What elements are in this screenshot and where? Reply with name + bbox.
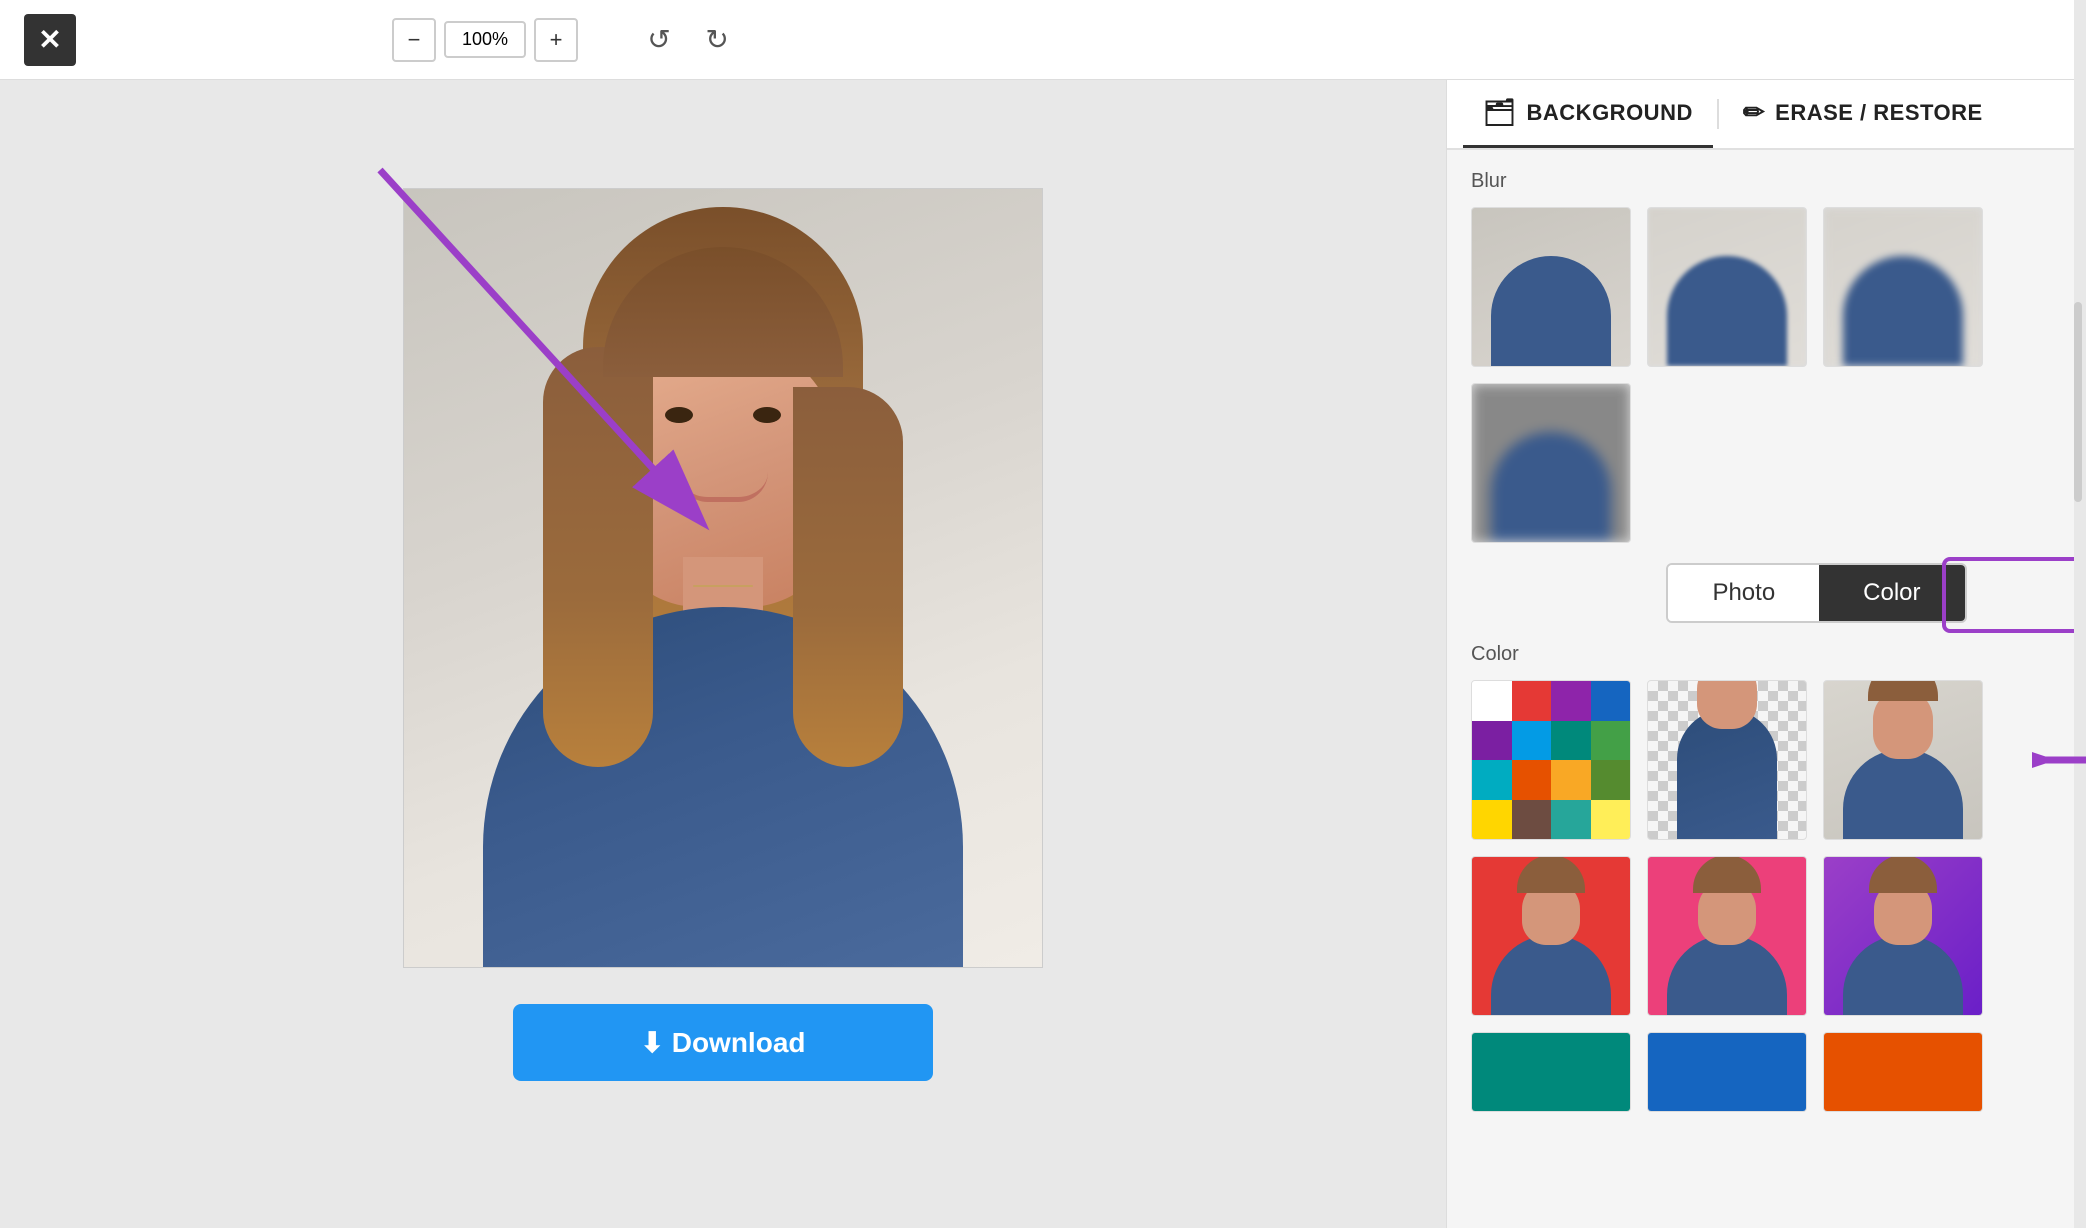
background-tab-label: BACKGROUND [1527,100,1693,126]
background-tab-icon: 🗂 [1483,97,1517,128]
photo-color-toggle: Photo Color [1666,563,1966,623]
palette-grid [1472,681,1630,839]
zoom-in-button[interactable]: + [534,18,578,62]
blur-thumb-2[interactable] [1647,207,1807,367]
download-button[interactable]: ⬇ Download [513,1004,933,1081]
color-thumbnails-row-2 [1471,856,2062,1016]
zoom-out-button[interactable]: − [392,18,436,62]
color-thumbnails-row-1 [1471,680,2062,840]
orange-bg-thumb[interactable] [1823,1032,1983,1112]
scrollbar-thumb[interactable] [2074,302,2082,502]
red-bg-thumb[interactable] [1471,856,1631,1016]
blue-bg-thumb[interactable] [1647,1032,1807,1112]
image-canvas [403,188,1043,968]
purple-bg-thumb[interactable] [1823,856,1983,1016]
transparent-thumb[interactable] [1647,680,1807,840]
sidebar-content: Blur [1447,150,2086,1228]
color-thumbnails-row-3 [1471,1032,2062,1112]
tab-background[interactable]: 🗂 BACKGROUND [1463,80,1713,148]
history-controls: ↺ ↻ [634,15,742,65]
blur-thumb-3[interactable] [1823,207,1983,367]
photo-color-toggle-row: Photo Color [1571,563,2062,623]
blur-section-label: Blur [1471,170,2062,193]
scrollbar-track[interactable] [2074,80,2086,1228]
tab-erase-restore[interactable]: ✏ ERASE / RESTORE [1723,80,2003,148]
sidebar: 🗂 BACKGROUND ✏ ERASE / RESTORE Blur [1446,80,2086,1228]
zoom-controls: − 100% + [392,18,578,62]
tab-divider [1717,99,1719,129]
toggle-color-button[interactable]: Color [1819,565,1964,621]
redo-button[interactable]: ↻ [692,15,742,65]
blur-thumbnails-row-2 [1471,383,2062,543]
tab-bar: 🗂 BACKGROUND ✏ ERASE / RESTORE [1447,80,2086,150]
blur-thumb-1[interactable] [1471,207,1631,367]
subject-photo [404,189,1042,967]
no-bg-thumb[interactable] [1823,680,1983,840]
undo-button[interactable]: ↺ [634,15,684,65]
canvas-area: ⬇ Download [0,80,1446,1228]
color-section-label: Color [1471,643,2062,666]
blur-thumbnails-row-1 [1471,207,2062,367]
zoom-level-display: 100% [444,21,526,58]
toggle-photo-button[interactable]: Photo [1668,565,1819,621]
teal-bg-thumb[interactable] [1471,1032,1631,1112]
pink-bg-thumb[interactable] [1647,856,1807,1016]
toolbar: ✕ − 100% + ↺ ↻ [0,0,2086,80]
erase-tab-label: ERASE / RESTORE [1775,100,1983,126]
main-area: ⬇ Download 🗂 BACKGROUND ✏ ERASE / RESTOR… [0,80,2086,1228]
close-button[interactable]: ✕ [24,14,76,66]
color-palette-thumb[interactable] [1471,680,1631,840]
mini-person-transparent [1648,681,1806,839]
erase-tab-icon: ✏ [1743,97,1765,128]
blur-thumb-4[interactable] [1471,383,1631,543]
